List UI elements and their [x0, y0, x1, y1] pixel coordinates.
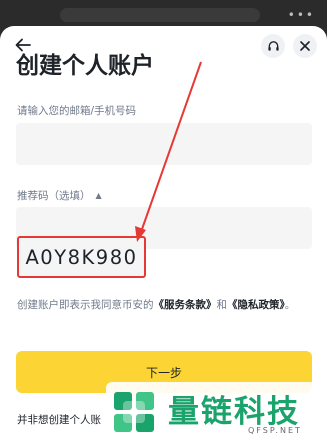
page-title: 创建个人账户 [16, 53, 154, 79]
referral-toggle[interactable]: 推荐码（选填） ▲ [17, 188, 102, 203]
headset-icon [267, 40, 279, 51]
watermark: 量链科技 QFSP.NET [106, 382, 327, 443]
not-personal-account-link[interactable]: 并非想创建个人账 [17, 412, 101, 427]
support-button[interactable] [261, 34, 285, 58]
terms-of-service-link[interactable]: 《服务条款》 [154, 299, 217, 311]
close-icon [300, 41, 310, 51]
close-button[interactable] [293, 34, 317, 58]
address-bar [60, 8, 260, 22]
watermark-domain: QFSP.NET [248, 426, 302, 435]
watermark-name: 量链科技 [168, 394, 300, 430]
terms-notice: 创建账户即表示我同意币安的《服务条款》和《隐私政策》。 [17, 296, 313, 314]
caret-up-icon: ▲ [95, 191, 102, 200]
referral-code-value[interactable]: A0Y8K980 [17, 236, 146, 278]
watermark-logo-icon [114, 392, 154, 432]
privacy-policy-link[interactable]: 《隐私政策》 [227, 299, 285, 311]
more-icon[interactable]: ••• [288, 8, 315, 22]
terms-and: 和 [216, 299, 228, 311]
email-label: 请输入您的邮箱/手机号码 [17, 105, 137, 117]
terms-prefix: 创建账户即表示我同意币安的 [17, 299, 154, 311]
email-field[interactable] [16, 123, 312, 165]
terms-suffix: 。 [284, 299, 296, 311]
referral-label: 推荐码（选填） [17, 190, 91, 202]
